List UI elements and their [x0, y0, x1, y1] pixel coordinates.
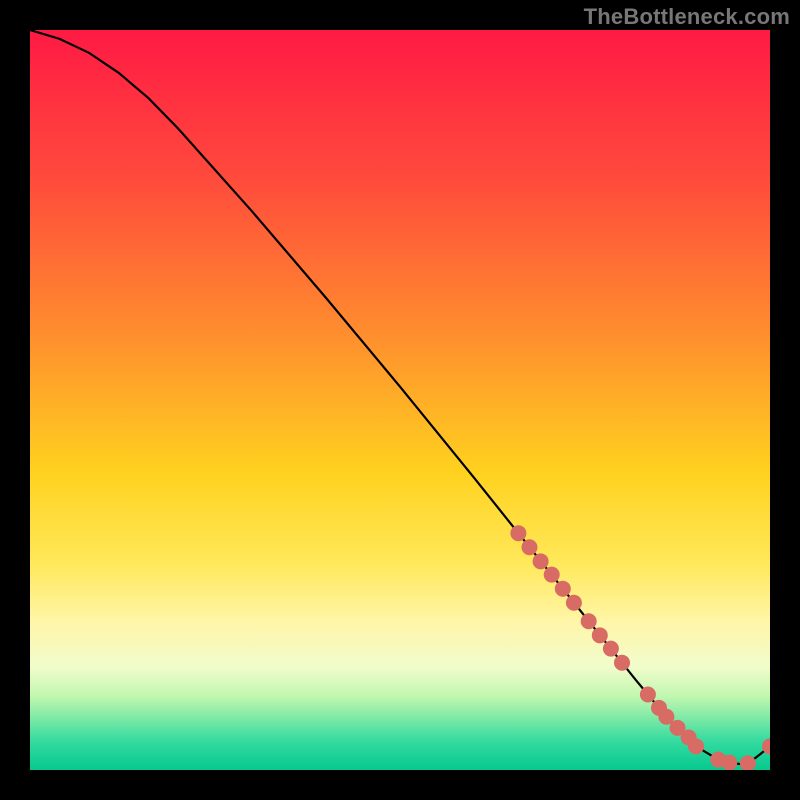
- data-point: [614, 655, 630, 671]
- data-point: [581, 613, 597, 629]
- data-point: [555, 581, 571, 597]
- data-point: [721, 755, 737, 770]
- gradient-background: [30, 30, 770, 770]
- data-point: [533, 553, 549, 569]
- data-point: [544, 567, 560, 583]
- data-point: [640, 687, 656, 703]
- data-point: [592, 627, 608, 643]
- chart-area: [30, 30, 770, 770]
- data-point: [522, 539, 538, 555]
- data-point: [603, 641, 619, 657]
- watermark-text: TheBottleneck.com: [584, 4, 790, 30]
- data-point: [688, 738, 704, 754]
- data-point: [510, 525, 526, 541]
- data-point: [566, 595, 582, 611]
- app-frame: TheBottleneck.com: [0, 0, 800, 800]
- chart-svg: [30, 30, 770, 770]
